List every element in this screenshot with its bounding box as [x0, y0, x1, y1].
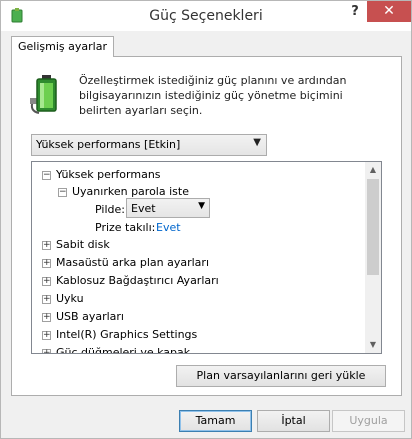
- expand-icon[interactable]: +: [42, 313, 51, 322]
- title-bar: Güç Seçenekleri ? ✕: [1, 1, 411, 31]
- description-text: Özelleştirmek istediğiniz güç planını ve…: [79, 74, 347, 117]
- restore-plan-defaults-button[interactable]: Plan varsayılanlarını geri yükle: [176, 365, 386, 387]
- on-battery-label: Pilde:: [95, 203, 125, 216]
- tree-node-label: Uyanırken parola iste: [72, 185, 189, 198]
- tree-node-label: Yüksek performans: [56, 168, 161, 181]
- scrollbar-thumb[interactable]: [367, 179, 379, 275]
- expand-icon[interactable]: +: [42, 295, 51, 304]
- on-battery-value: Evet: [131, 202, 156, 215]
- power-plan-value: Yüksek performans [Etkin]: [36, 138, 181, 151]
- vertical-scrollbar[interactable]: ▲ ▼: [365, 162, 381, 353]
- tree-node-label: Masaüstü arka plan ayarları: [56, 256, 210, 269]
- battery-plug-icon: [30, 75, 57, 114]
- expand-icon[interactable]: +: [42, 349, 51, 353]
- ok-button[interactable]: Tamam: [179, 410, 252, 432]
- plugged-in-value-link[interactable]: Evet: [156, 221, 181, 234]
- tree-node-label: Kablosuz Bağdaştırıcı Ayarları: [56, 274, 219, 287]
- scroll-up-icon[interactable]: ▲: [365, 162, 381, 178]
- tree-node-label: Intel(R) Graphics Settings: [56, 328, 198, 341]
- expand-icon[interactable]: +: [42, 331, 51, 340]
- help-button[interactable]: ?: [345, 4, 365, 24]
- power-options-window: Güç Seçenekleri ? ✕ Gelişmiş ayarlar Öze…: [0, 0, 412, 439]
- settings-tree[interactable]: − Yüksek performans − Uyanırken parola i…: [31, 161, 382, 354]
- tree-node-label: Uyku: [56, 292, 84, 305]
- apply-button[interactable]: Uygula: [332, 410, 405, 432]
- chevron-down-icon: ▼: [198, 201, 205, 211]
- tab-advanced-settings[interactable]: Gelişmiş ayarlar: [11, 36, 114, 57]
- tree-node-label: Güç düğmeleri ve kapak: [56, 346, 191, 354]
- on-battery-select[interactable]: Evet ▼: [126, 198, 210, 218]
- collapse-icon[interactable]: −: [42, 171, 51, 180]
- power-plan-select[interactable]: Yüksek performans [Etkin] ▼: [31, 134, 267, 156]
- plugged-in-label: Prize takılı:: [95, 221, 156, 234]
- expand-icon[interactable]: +: [42, 259, 51, 268]
- collapse-icon[interactable]: −: [58, 188, 67, 197]
- tree-node-label: USB ayarları: [56, 310, 124, 323]
- chevron-down-icon: ▼: [253, 137, 261, 148]
- expand-icon[interactable]: +: [42, 241, 51, 250]
- cancel-button[interactable]: İptal: [257, 410, 330, 432]
- scroll-down-icon[interactable]: ▼: [365, 337, 381, 353]
- close-button[interactable]: ✕: [367, 1, 411, 22]
- tree-node-label: Sabit disk: [56, 238, 110, 251]
- expand-icon[interactable]: +: [42, 277, 51, 286]
